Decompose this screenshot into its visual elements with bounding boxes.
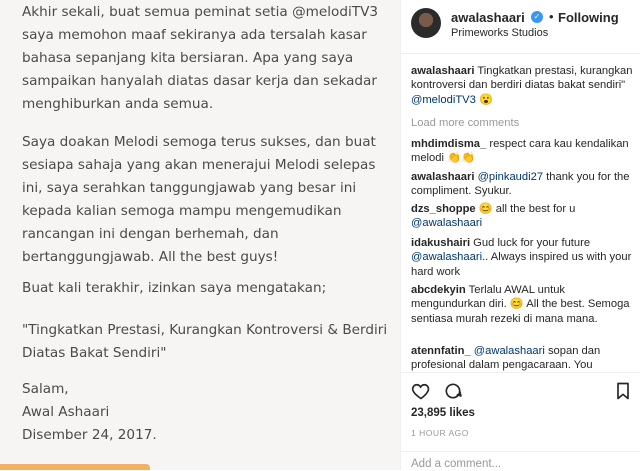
header-separator: • xyxy=(549,9,554,24)
action-bar: 23,895 likes 1 HOUR AGO xyxy=(401,372,640,470)
comment-mention[interactable]: @awalashaari xyxy=(411,217,482,229)
add-comment-input[interactable] xyxy=(411,458,631,470)
comment-item: abcdekyin Terlalu AWAL untuk mengundurka… xyxy=(411,283,633,326)
bookmark-icon[interactable] xyxy=(613,381,633,401)
orange-strip xyxy=(0,464,150,470)
comment-mention[interactable]: @awalashaari xyxy=(474,345,545,357)
comment-text: 😊 all the best for u xyxy=(475,203,576,215)
add-comment-bar xyxy=(401,451,640,471)
post-timestamp: 1 HOUR AGO xyxy=(411,428,469,438)
comment-username[interactable]: abcdekyin xyxy=(411,284,466,296)
side-panel: awalashaari ✓ • Following Primeworks Stu… xyxy=(400,0,640,470)
caption-mention[interactable]: @melodiTV3 xyxy=(411,94,476,106)
post-paragraph-1: Akhir sekali, buat semua peminat setia @… xyxy=(22,4,379,112)
following-button[interactable]: Following xyxy=(558,10,619,25)
comment-icon[interactable] xyxy=(443,381,463,401)
header-username[interactable]: awalashaari xyxy=(451,10,525,25)
comment-username[interactable]: atennfatin_ xyxy=(411,345,471,357)
location-link[interactable]: Primeworks Studios xyxy=(451,27,548,39)
comment-username[interactable]: dzs_shoppe xyxy=(411,203,476,215)
comment-item: idakushairi Gud luck for your future @aw… xyxy=(411,236,633,279)
verified-badge-icon: ✓ xyxy=(531,11,543,23)
load-more-comments-link[interactable]: Load more comments xyxy=(411,116,519,130)
comment-username[interactable]: mhdimdisma_ xyxy=(411,138,486,150)
comment-username[interactable]: idakushairi xyxy=(411,237,470,249)
caption: awalashaari Tingkatkan prestasi, kurangk… xyxy=(411,64,633,107)
post-paragraph-5: Salam, Awal Ashaari Disember 24, 2017. xyxy=(22,381,157,443)
comment-text: Gud luck for your future xyxy=(470,237,591,249)
comment-item: mhdimdisma_ respect cara kau kendalikan … xyxy=(411,137,633,166)
post-paragraph-3: Buat kali terakhir, izinkan saya mengata… xyxy=(22,280,327,296)
comment-username[interactable]: awalashaari xyxy=(411,171,474,183)
likes-count[interactable]: 23,895 likes xyxy=(411,407,475,419)
post-header: awalashaari ✓ • Following Primeworks Stu… xyxy=(401,0,640,54)
comment-mention[interactable]: @awalashaari xyxy=(411,251,482,263)
comment-item: dzs_shoppe 😊 all the best for u @awalash… xyxy=(411,202,633,231)
heart-icon[interactable] xyxy=(411,381,431,401)
post-paragraph-2: Saya doakan Melodi semoga terus sukses, … xyxy=(22,134,376,265)
post-paragraph-4: "Tingkatkan Prestasi, Kurangkan Kontrove… xyxy=(22,322,388,361)
comment-mention[interactable]: @pinkaudi27 xyxy=(478,171,543,183)
avatar[interactable] xyxy=(411,8,441,38)
comment-item: awalashaari @pinkaudi27 thank you for th… xyxy=(411,170,633,199)
caption-emoji: 😮 xyxy=(475,93,493,106)
caption-username[interactable]: awalashaari xyxy=(411,65,474,77)
post-image[interactable]: Akhir sekali, buat semua peminat setia @… xyxy=(0,0,400,470)
comment-item: atennfatin_ @awalashaari sopan dan profe… xyxy=(411,344,633,372)
